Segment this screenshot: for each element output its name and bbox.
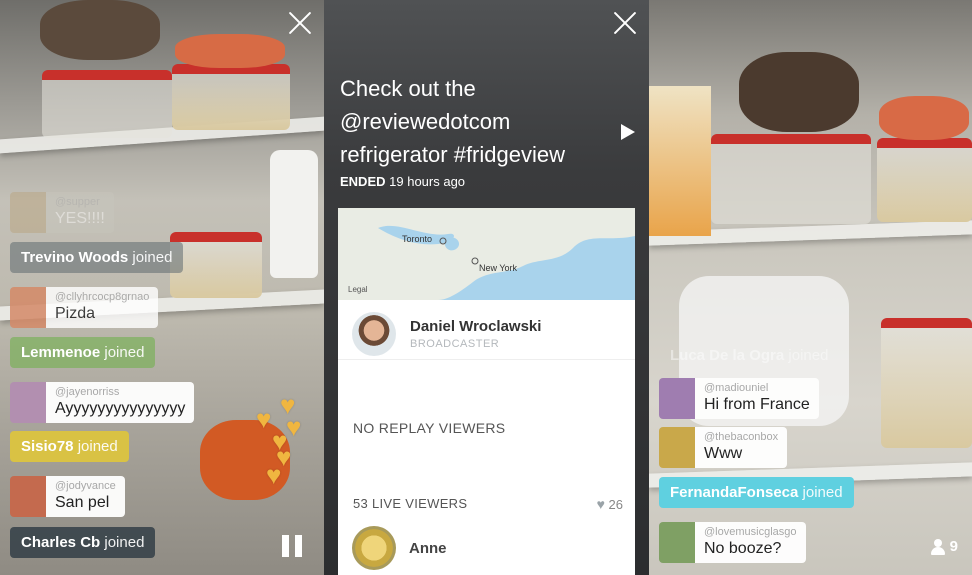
broadcaster-role: BROADCASTER	[410, 338, 500, 350]
food-container	[711, 134, 871, 224]
viewer-count[interactable]: 9	[930, 538, 958, 555]
left-live-stream-panel: @supper YES!!!! Trevino Woods joined @cl…	[0, 0, 324, 575]
avatar	[10, 382, 46, 423]
comment-message: San pel	[55, 494, 110, 511]
broadcaster-name: Daniel Wroclawski	[410, 318, 542, 335]
comment-message: No booze?	[704, 540, 782, 557]
avatar	[659, 378, 695, 419]
join-event: Charles Cb joined	[10, 527, 156, 558]
chat-comment: @lovemusicglasgo No booze?	[659, 522, 806, 563]
avatar	[10, 476, 46, 517]
person-icon	[930, 538, 945, 555]
broadcaster-avatar	[352, 312, 396, 356]
app-screen: @supper YES!!!! Trevino Woods joined @cl…	[0, 0, 972, 575]
likes-value: 26	[608, 497, 623, 512]
food-container	[172, 64, 290, 130]
join-event: Luca De la Ogra joined	[659, 340, 839, 371]
close-icon[interactable]	[612, 10, 638, 36]
avatar	[10, 192, 46, 233]
map-label-toronto: Toronto	[402, 234, 433, 244]
map-legal-link[interactable]: Legal	[348, 285, 368, 294]
chat-comment: @supper YES!!!!	[10, 192, 114, 233]
avatar	[659, 522, 695, 563]
comment-username: @supper	[55, 196, 100, 208]
viewer-row[interactable]: Anne	[352, 526, 622, 572]
join-action: joined	[104, 344, 145, 361]
comment-username: @jodyvance	[55, 480, 116, 492]
food-container	[42, 70, 172, 138]
map-label-new-york: New York	[479, 263, 518, 273]
food-container	[881, 318, 972, 448]
location-map[interactable]: Toronto New York Legal	[338, 208, 635, 300]
chat-comment: @madiouniel Hi from France	[659, 378, 819, 419]
join-action: joined	[104, 534, 145, 551]
join-event: FernandaFonseca joined	[659, 477, 854, 508]
live-viewers-count: 53 LIVE VIEWERS	[353, 496, 468, 511]
replay-viewers-label: NO REPLAY VIEWERS	[353, 420, 506, 436]
join-username: Charles Cb	[21, 534, 101, 551]
food-item	[175, 34, 285, 68]
heart-icon: ♥	[256, 404, 272, 434]
join-event: Lemmenoe joined	[10, 337, 156, 368]
join-action: joined	[77, 438, 118, 455]
play-icon[interactable]	[621, 124, 635, 140]
broadcast-title: Check out the @reviewedotcom refrigerato…	[340, 76, 565, 167]
comment-username: @lovemusicglasgo	[704, 526, 797, 538]
likes-count: ♥ 26	[597, 496, 623, 512]
join-event: Trevino Woods joined	[10, 242, 184, 273]
chat-comment: @jodyvance San pel	[10, 476, 125, 517]
comment-message: Ayyyyyyyyyyyyyyy	[55, 400, 186, 417]
close-icon[interactable]	[287, 10, 313, 36]
join-username: FernandaFonseca	[670, 484, 799, 501]
food-item	[879, 96, 969, 140]
join-event: Sisio78 joined	[10, 431, 129, 462]
comment-message: Hi from France	[704, 396, 810, 413]
food-bag	[739, 52, 859, 132]
heart-icon: ♥	[266, 460, 282, 490]
join-action: joined	[802, 484, 843, 501]
avatar	[10, 287, 46, 328]
status-label: ENDED	[340, 174, 386, 189]
join-username: Sisio78	[21, 438, 74, 455]
comment-username: @jayenorriss	[55, 386, 120, 398]
comment-message: YES!!!!	[55, 210, 105, 227]
broadcaster-row[interactable]: Daniel Wroclawski BROADCASTER	[338, 300, 635, 360]
join-username: Lemmenoe	[21, 344, 101, 361]
pause-button[interactable]	[282, 535, 302, 557]
broadcast-card: Toronto New York Legal Daniel Wroclawski…	[338, 208, 635, 575]
heart-icon: ♥	[596, 496, 605, 512]
chat-comment: @thebaconbox Www	[659, 427, 788, 468]
join-action: joined	[132, 249, 173, 266]
join-username: Luca De la Ogra	[670, 347, 785, 364]
food-container	[877, 138, 972, 222]
heart-icon: ♥	[286, 412, 302, 442]
join-action: joined	[788, 347, 829, 364]
viewer-avatar	[352, 526, 396, 570]
hearts-animation: ♥ ♥ ♥ ♥ ♥ ♥	[256, 392, 316, 492]
right-live-stream-panel: Luca De la Ogra joined @madiouniel Hi fr…	[649, 0, 972, 575]
juice-carton	[649, 86, 711, 236]
join-username: Trevino Woods	[21, 249, 129, 266]
map-graphic	[338, 208, 635, 300]
comment-message: Pizda	[55, 305, 96, 322]
comment-username: @thebaconbox	[704, 431, 779, 443]
broadcast-info-panel: Check out the @reviewedotcom refrigerato…	[324, 0, 649, 575]
comment-username: @cllyhrcocp8grnao	[55, 291, 150, 303]
comment-username: @madiouniel	[704, 382, 769, 394]
comment-message: Www	[704, 445, 743, 462]
chat-comment: @jayenorriss Ayyyyyyyyyyyyyyy	[10, 382, 195, 423]
broadcast-status: ENDED 19 hours ago	[340, 174, 465, 189]
food-bag	[40, 0, 160, 60]
food-container	[170, 232, 262, 298]
status-time: 19 hours ago	[389, 174, 466, 189]
chat-comment: @cllyhrcocp8grnao Pizda	[10, 287, 159, 328]
viewer-name: Anne	[409, 540, 447, 557]
milk-jug	[270, 150, 318, 278]
avatar	[659, 427, 695, 468]
viewer-count-value: 9	[949, 538, 958, 555]
